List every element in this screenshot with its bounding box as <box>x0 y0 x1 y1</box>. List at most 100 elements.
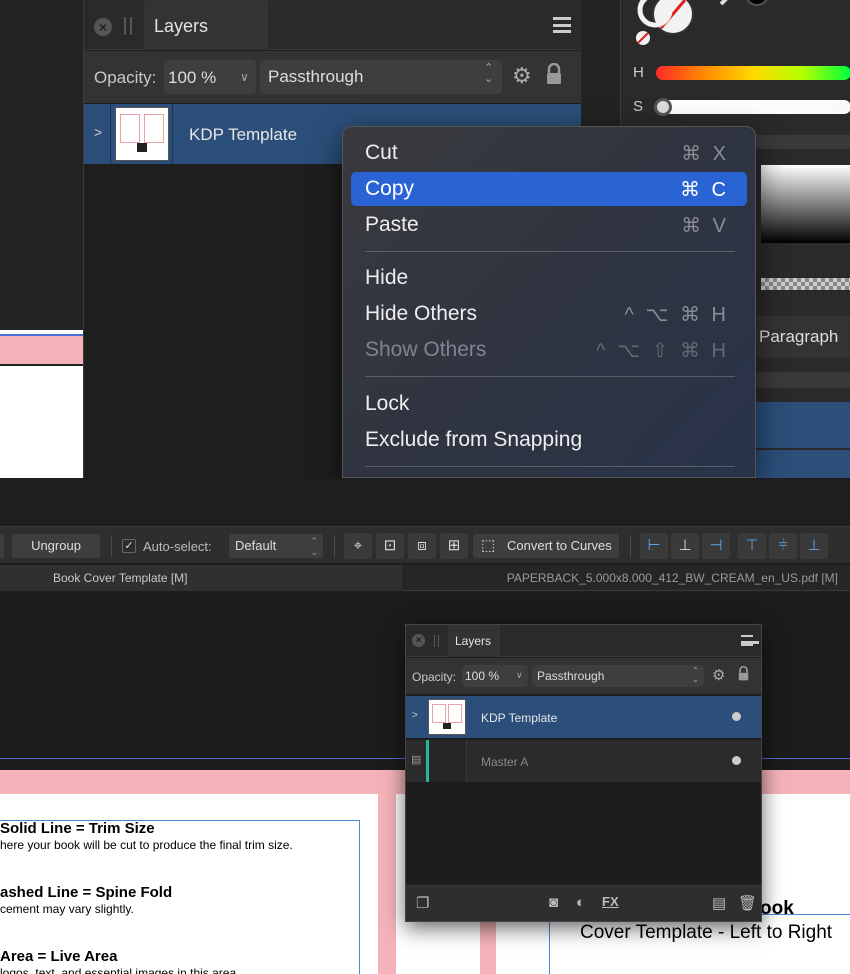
lock-icon[interactable] <box>546 62 562 90</box>
opacity-input[interactable]: 100 % ∨ <box>462 665 528 687</box>
lock-icon[interactable] <box>738 665 749 686</box>
layer-row-kdp-template[interactable]: > KDP Template <box>406 696 761 738</box>
layers-tabbar: × Layers <box>406 625 761 657</box>
menu-icon[interactable] <box>553 17 571 33</box>
blend-mode-select[interactable]: Passthrough ⌃ ⌄ <box>532 665 704 687</box>
opacity-row: Opacity: 100 % ∨ Passthrough ⌃ ⌄ ⚙ <box>406 658 761 694</box>
doc-tab-paperback-pdf[interactable]: PAPERBACK_5.000x8.000_412_BW_CREAM_en_US… <box>403 565 850 591</box>
chevron-down-icon[interactable]: ∨ <box>240 70 249 84</box>
close-icon[interactable]: × <box>94 18 112 36</box>
layer-name: Master A <box>481 755 529 769</box>
trash-icon[interactable]: 🗑 <box>738 894 757 912</box>
autoselect-label: Auto-select: <box>143 539 212 554</box>
menu-item-hide-others[interactable]: Hide Others ^ ⌥ ⌘ H <box>351 297 747 331</box>
shortcut-cut: ⌘ X <box>681 143 729 165</box>
align-left-icon[interactable]: ⊢ <box>640 533 668 559</box>
blend-mode-value: Passthrough <box>268 67 364 86</box>
page-icon: ▤ <box>411 754 422 766</box>
tab-layers[interactable]: Layers <box>448 625 500 657</box>
align-bottom-icon[interactable]: ⊥ <box>800 533 828 559</box>
layers-footer: ❐ ◙ ◐ FX ▤ 🗑 <box>406 885 761 921</box>
align-top-icon[interactable]: ⊤ <box>738 533 766 559</box>
front-cover-subtitle: Cover Template - Left to Right <box>580 922 833 943</box>
menu-icon[interactable] <box>741 635 759 646</box>
grip-icon[interactable] <box>434 635 439 647</box>
grip-icon[interactable] <box>124 17 132 35</box>
dashed-line-body: cement may vary slightly. <box>0 902 134 916</box>
adjustment-icon[interactable]: ◐ <box>576 894 585 911</box>
solid-line-body: here your book will be cut to produce th… <box>0 838 293 852</box>
menu-item-hide[interactable]: Hide <box>351 261 747 295</box>
ungroup-button[interactable]: Ungroup <box>12 534 100 558</box>
shortcut-paste: ⌘ V <box>681 215 729 237</box>
blend-mode-select[interactable]: Passthrough ⌃ ⌄ <box>260 60 502 94</box>
add-layer-icon[interactable]: ▤ <box>712 894 726 912</box>
fx-icon[interactable]: FX <box>602 894 619 909</box>
stepper-icon: ⌃ ⌄ <box>310 536 318 557</box>
menu-item-exclude-snapping[interactable]: Exclude from Snapping <box>351 423 747 457</box>
menu-item-show-others: Show Others ^ ⌥ ⇧ ⌘ H <box>365 338 729 362</box>
shortcut-hide-others: ^ ⌥ ⌘ H <box>624 304 729 326</box>
menu-item-cut[interactable]: Cut ⌘ X <box>351 136 747 170</box>
align-right-icon[interactable]: ⊣ <box>702 533 730 559</box>
tab-paragraph[interactable]: Paragraph <box>751 316 850 358</box>
gear-icon[interactable]: ⚙ <box>512 63 532 89</box>
close-icon[interactable]: × <box>412 634 425 647</box>
opacity-row: Opacity: 100 % ∨ Passthrough ⌃ ⌄ ⚙ <box>84 51 581 103</box>
front-cover-heading: ook <box>760 898 794 919</box>
convert-to-curves-button[interactable]: ⬚ Convert to Curves <box>473 534 619 558</box>
stepper-icon: ⌃ ⌄ <box>484 62 494 85</box>
layer-thumbnail <box>115 107 169 161</box>
layer-name: KDP Template <box>189 125 298 144</box>
transform-origin-icon[interactable]: ⌖ <box>344 533 372 559</box>
color-swatches-icon[interactable] <box>633 0 773 48</box>
dashed-line-heading: ashed Line = Spine Fold <box>0 884 173 901</box>
layers-panel-small: × Layers Opacity: 100 % ∨ Passthrough ⌃ ⌄… <box>405 624 762 922</box>
expand-chevron-icon[interactable]: > <box>412 710 418 721</box>
opacity-label: Opacity: <box>412 670 457 684</box>
autoselect-checkbox[interactable]: ✓ <box>122 539 136 553</box>
stepper-icon: ⌃ ⌄ <box>692 666 699 684</box>
visibility-dot[interactable] <box>732 756 741 765</box>
gear-icon[interactable]: ⚙ <box>712 666 725 684</box>
menu-item-paste[interactable]: Paste ⌘ V <box>351 208 747 242</box>
solid-line-heading: Solid Line = Trim Size <box>0 820 155 837</box>
opacity-label: Opacity: <box>94 68 157 87</box>
saturation-slider[interactable] <box>656 100 850 114</box>
bbox-handles-icon[interactable]: ⧈ <box>408 533 436 559</box>
doc-tab-book-cover[interactable]: Book Cover Template [M] <box>0 565 402 591</box>
live-area-body: logos, text, and essential images in thi… <box>0 966 240 974</box>
chevron-down-icon[interactable]: ∨ <box>516 670 523 681</box>
curves-icon: ⬚ <box>481 537 496 554</box>
grid-select-icon[interactable]: ⊞ <box>440 533 468 559</box>
color-gradient-box[interactable] <box>761 165 850 243</box>
master-thumbnail <box>429 740 467 782</box>
tab-layers[interactable]: Layers <box>144 0 268 50</box>
expand-chevron-icon[interactable]: > <box>94 124 102 140</box>
menu-item-copy[interactable]: Copy ⌘ C <box>351 172 747 206</box>
menu-item-lock[interactable]: Lock <box>351 387 747 421</box>
mask-icon[interactable]: ◙ <box>549 894 558 911</box>
shortcut-copy: ⌘ C <box>680 179 729 201</box>
opacity-slider[interactable] <box>761 278 850 290</box>
context-menu: Cut ⌘ X Copy ⌘ C Paste ⌘ V Hide Hide Others… <box>342 126 756 478</box>
layer-row-master-a[interactable]: ▤ Master A <box>406 740 761 782</box>
show-bbox-icon[interactable]: ⊡ <box>376 533 404 559</box>
menu-separator <box>365 466 735 467</box>
opacity-input[interactable]: 100 % ∨ <box>164 60 256 94</box>
visibility-dot[interactable] <box>732 712 741 721</box>
layer-thumbnail <box>428 699 466 735</box>
zoomed-view: × Layers Opacity: 100 % ∨ Passthrough ⌃ ⌄… <box>0 0 850 478</box>
hue-label: H <box>633 64 644 81</box>
layer-stack-icon[interactable]: ❐ <box>416 894 429 912</box>
live-area-heading: Area = Live Area <box>0 948 118 965</box>
align-middle-icon[interactable]: ⫩ <box>769 533 797 559</box>
opacity-value: 100 % <box>168 68 217 87</box>
menu-separator <box>365 376 735 377</box>
document-tabs: Book Cover Template [M] PAPERBACK_5.000x… <box>0 565 850 591</box>
autoselect-select[interactable]: Default ⌃ ⌄ <box>229 534 323 558</box>
layer-name: KDP Template <box>481 711 558 725</box>
saturation-handle[interactable] <box>654 98 672 116</box>
align-center-icon[interactable]: ⊥ <box>671 533 699 559</box>
hue-slider[interactable] <box>656 66 850 80</box>
